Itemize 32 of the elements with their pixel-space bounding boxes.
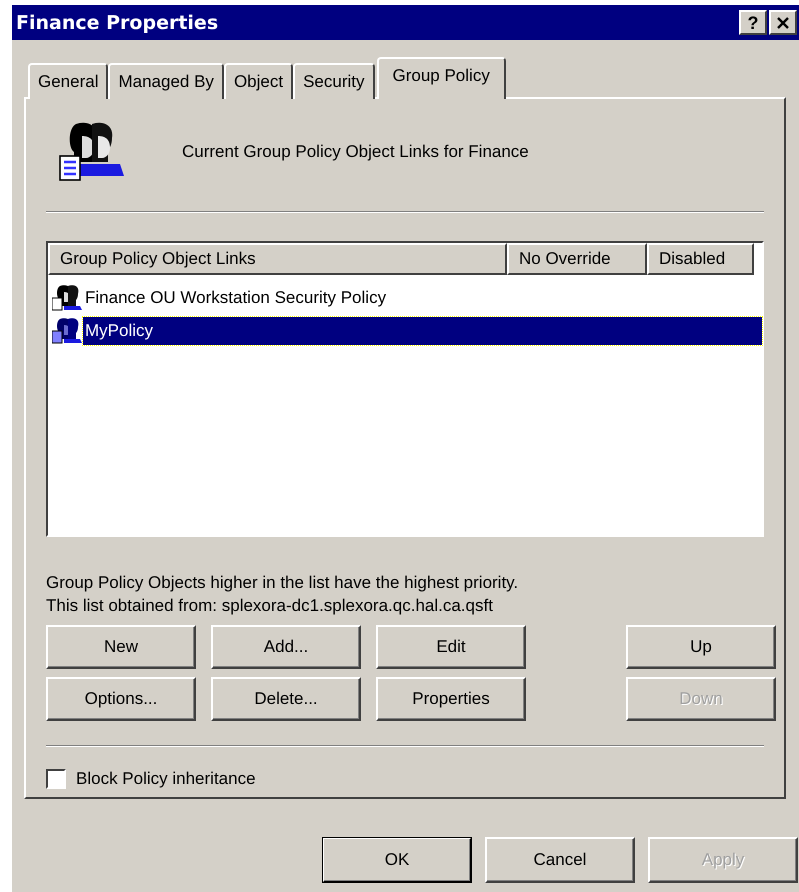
window-title: Finance Properties [16,12,218,34]
policy-link-row[interactable]: Finance OU Workstation Security Policy [83,284,388,312]
selected-policy-icon [52,316,82,344]
tab[interactable]: Managed By [108,63,224,99]
tab[interactable]: Security [293,63,374,99]
info-text: This list obtained from: splexora-dc1.splexora.qc.hal.ca.qsft [46,595,494,617]
column-header[interactable]: Group Policy Object Links [48,243,507,275]
checkbox[interactable] [46,769,66,789]
tab[interactable]: General [28,63,108,99]
dialog-button[interactable]: Cancel [485,837,635,883]
column-header[interactable]: Disabled [647,243,754,275]
action-button[interactable]: Up [626,625,776,669]
close-icon [776,16,790,28]
tab[interactable]: Object [224,63,294,99]
links-list[interactable]: Group Policy Object Links No Override Disabled Finance OU Workstation Security Policy MyPolicy [46,241,764,537]
action-button[interactable]: Add... [211,625,361,669]
help-button[interactable]: ? [739,10,767,35]
dialog-button[interactable]: OK [322,837,472,883]
action-button[interactable]: Edit [376,625,526,669]
action-button[interactable]: Delete... [211,677,361,721]
action-button[interactable]: Properties [376,677,526,721]
close-button[interactable] [769,10,797,35]
action-button[interactable]: New [46,625,196,669]
header-text: Current Group Policy Object Links for Finance [182,142,529,162]
policy-icon [52,284,82,312]
checkbox-label[interactable]: Block Policy inheritance [76,769,256,789]
column-header[interactable]: No Override [507,243,647,275]
users-icon [56,120,126,184]
tab[interactable]: Group Policy [376,57,506,99]
policy-link-row[interactable]: MyPolicy [83,316,762,344]
info-text: Group Policy Objects higher in the list have the highest priority. [46,572,520,594]
action-button[interactable]: Options... [46,677,196,721]
